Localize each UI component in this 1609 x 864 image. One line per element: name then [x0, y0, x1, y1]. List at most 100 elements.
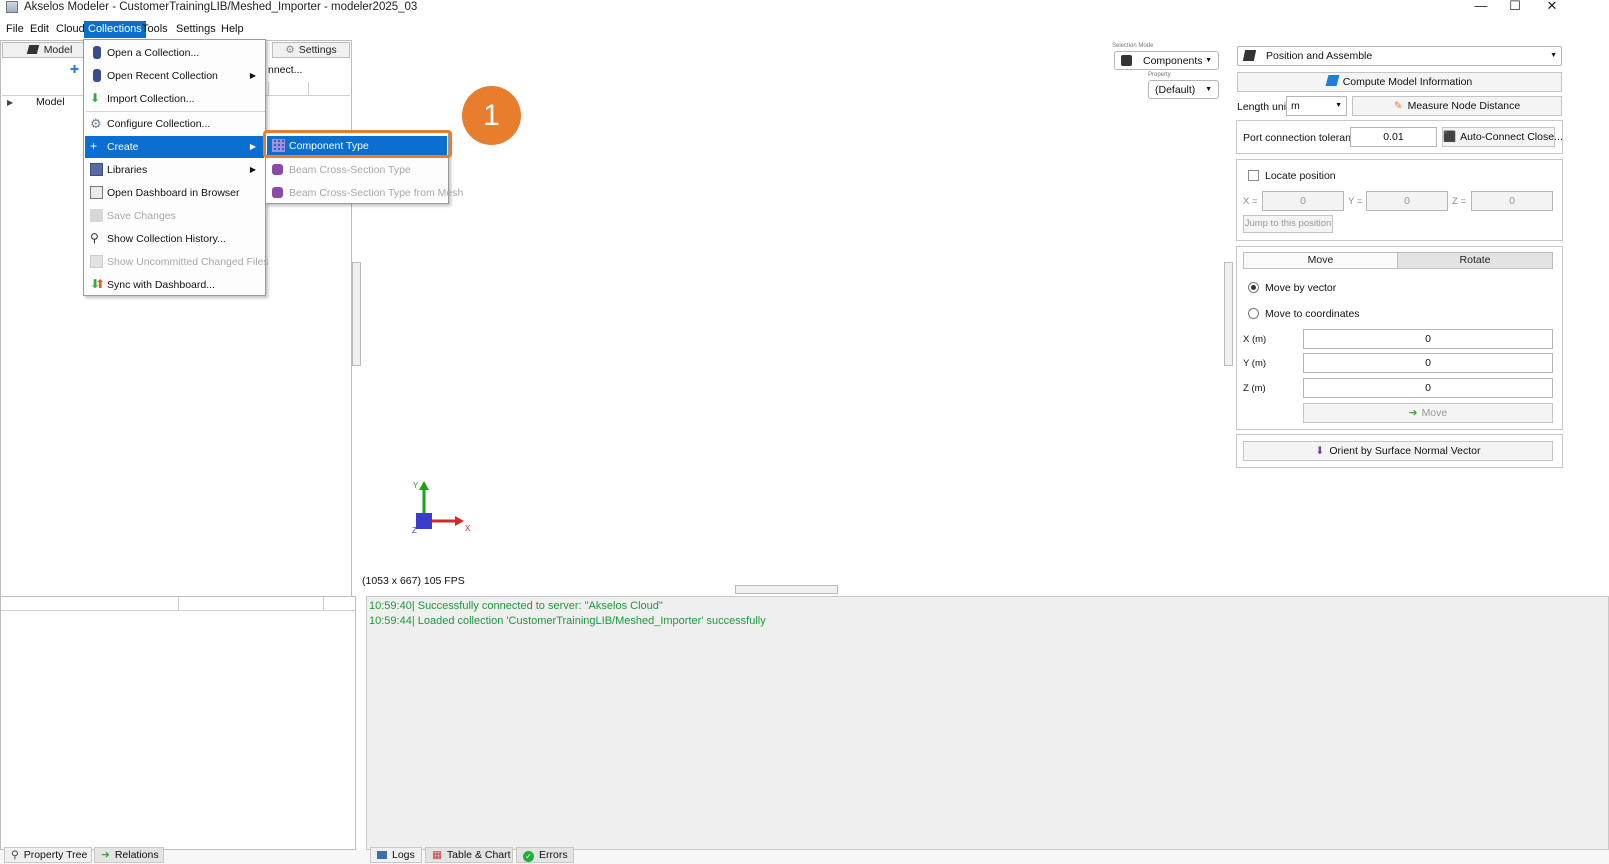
left-splitter-handle[interactable]	[352, 262, 361, 366]
tab-relations[interactable]: ➜ Relations	[94, 847, 164, 863]
menu-show-uncommitted-files[interactable]: Show Uncommitted Changed Files	[85, 251, 269, 273]
menu-edit[interactable]: Edit	[26, 21, 53, 38]
menu-save-changes[interactable]: Save Changes	[85, 205, 264, 227]
property-dropdown[interactable]: (Default) ▼	[1148, 80, 1219, 99]
column-divider	[178, 597, 179, 611]
x-m-input[interactable]: 0	[1303, 329, 1553, 349]
submenu-beam-label: Beam Cross-Section Type	[289, 164, 411, 176]
menu-import-label: Import Collection...	[107, 93, 195, 105]
move-to-coordinates-radio[interactable]	[1248, 308, 1259, 319]
menu-open-recent-label: Open Recent Collection	[107, 70, 218, 82]
relations-arrow-icon: ➜	[101, 849, 110, 861]
locate-z-label: Z =	[1452, 196, 1466, 207]
compute-model-information-button[interactable]: Compute Model Information	[1237, 72, 1562, 92]
file-icon	[90, 255, 103, 268]
menu-open-recent-collection[interactable]: Open Recent Collection ▶	[85, 65, 264, 87]
submenu-beam-cross-section-type[interactable]: Beam Cross-Section Type	[267, 159, 447, 181]
menu-open-dashboard-label: Open Dashboard in Browser	[107, 187, 240, 199]
move-button[interactable]: ➜ Move	[1303, 403, 1553, 423]
menu-sync-dashboard[interactable]: ⬇⬆ Sync with Dashboard...	[85, 274, 264, 296]
menu-history-label: Show Collection History...	[107, 233, 226, 245]
property-label: Property	[1148, 72, 1171, 78]
orient-icon: ⬇	[1315, 445, 1325, 457]
measure-node-distance-button[interactable]: ✎ Measure Node Distance	[1352, 96, 1562, 116]
move-to-coordinates-label: Move to coordinates	[1265, 308, 1360, 320]
maximize-button[interactable]: ☐	[1500, 0, 1530, 14]
bottom-splitter-handle[interactable]	[735, 585, 838, 594]
submenu-beam-cross-section-from-mesh[interactable]: Beam Cross-Section Type from Mesh	[267, 182, 463, 204]
menu-help[interactable]: Help	[217, 21, 248, 38]
y-m-label: Y (m)	[1243, 358, 1267, 369]
tab-logs[interactable]: Logs	[370, 847, 422, 863]
tab-rotate[interactable]: Rotate	[1397, 252, 1553, 269]
expand-arrow-icon[interactable]: ▶	[7, 98, 13, 107]
selection-mode-dropdown[interactable]: Components ▼	[1114, 51, 1219, 70]
connect-button[interactable]: nnect...	[268, 64, 302, 76]
menu-file[interactable]: File	[2, 21, 28, 38]
property-tree-header	[1, 597, 355, 611]
auto-connect-label: Auto-Connect Close...	[1460, 131, 1563, 143]
tab-move[interactable]: Move	[1243, 252, 1398, 269]
tab-table-chart[interactable]: ▦ Table & Chart	[425, 847, 513, 863]
jump-to-position-button[interactable]: Jump to this position	[1243, 215, 1333, 233]
menu-import-collection[interactable]: ⬇ Import Collection...	[85, 88, 264, 110]
measure-button-label: Measure Node Distance	[1407, 100, 1521, 112]
minimize-button[interactable]: —	[1466, 0, 1496, 14]
locate-position-checkbox[interactable]	[1248, 170, 1259, 181]
locate-x-input[interactable]: 0	[1262, 191, 1344, 211]
menu-save-label: Save Changes	[107, 210, 176, 222]
menu-tools[interactable]: Tools	[138, 21, 172, 38]
auto-connect-button[interactable]: ⬛ Auto-Connect Close...	[1442, 127, 1563, 147]
length-unit-dropdown[interactable]: m ▼	[1286, 96, 1347, 116]
tab-property-tree[interactable]: ⚲ Property Tree	[4, 847, 92, 863]
z-m-input[interactable]: 0	[1303, 378, 1553, 398]
window-title: Akselos Modeler - CustomerTrainingLIB/Me…	[24, 1, 418, 13]
tab-errors[interactable]: ✓ Errors	[516, 847, 574, 863]
menu-libraries[interactable]: Libraries ▶	[85, 159, 264, 181]
tab-settings-label: Settings	[298, 44, 337, 56]
menu-configure-label: Configure Collection...	[107, 118, 211, 130]
locate-y-label: Y =	[1348, 196, 1363, 207]
port-tolerance-label: Port connection tolerance	[1243, 132, 1363, 144]
axis-triad: Y X Z	[412, 481, 471, 535]
mode-dropdown[interactable]: Position and Assemble ▼	[1237, 46, 1562, 66]
tree-item-model[interactable]: Model	[36, 96, 65, 108]
search-icon: ⚲	[11, 849, 19, 861]
menu-settings[interactable]: Settings	[172, 21, 220, 38]
right-splitter-handle[interactable]	[1224, 262, 1233, 366]
menu-show-collection-history[interactable]: ⚲ Show Collection History...	[85, 228, 264, 250]
cube-icon	[1242, 50, 1257, 61]
tab-settings[interactable]: ⚙ Settings	[272, 42, 350, 58]
x-axis-arrow	[455, 516, 464, 526]
length-unit-label: Length unit	[1237, 101, 1289, 113]
menu-configure-collection[interactable]: ⚙ Configure Collection...	[85, 113, 264, 135]
cube-icon	[1121, 55, 1132, 66]
menu-open-collection[interactable]: Open a Collection...	[85, 42, 264, 64]
submenu-beam-mesh-label: Beam Cross-Section Type from Mesh	[289, 187, 464, 199]
orient-button-label: Orient by Surface Normal Vector	[1329, 445, 1481, 457]
bottom-tab-bar	[0, 850, 1609, 864]
menu-collections[interactable]: Collections	[84, 21, 146, 38]
tab-model-label: Model	[43, 44, 73, 56]
y-m-input[interactable]: 0	[1303, 353, 1553, 373]
submenu-arrow-icon: ▶	[249, 165, 256, 174]
menu-create[interactable]: + Create ▶	[85, 136, 264, 158]
menu-open-dashboard[interactable]: Open Dashboard in Browser	[85, 182, 264, 204]
close-button[interactable]: ✕	[1537, 0, 1567, 14]
connect-icon: ⬛	[1443, 131, 1457, 143]
port-tolerance-input[interactable]: 0.01	[1350, 127, 1437, 147]
z-m-label: Z (m)	[1243, 383, 1266, 394]
chevron-down-icon: ▼	[1205, 57, 1212, 64]
orient-by-surface-normal-button[interactable]: ⬇ Orient by Surface Normal Vector	[1243, 441, 1553, 461]
locate-y-input[interactable]: 0	[1366, 191, 1448, 211]
z-axis-box	[416, 513, 432, 529]
selection-mode-label: Selection Mode	[1112, 43, 1154, 49]
add-icon[interactable]: ✚	[70, 63, 79, 76]
tab-property-tree-label: Property Tree	[23, 849, 88, 861]
move-by-vector-radio[interactable]	[1248, 282, 1259, 293]
model-info-icon	[1325, 75, 1340, 86]
menu-open-collection-label: Open a Collection...	[107, 47, 200, 59]
menu-separator	[86, 111, 265, 112]
locate-z-input[interactable]: 0	[1471, 191, 1553, 211]
menu-sync-label: Sync with Dashboard...	[107, 279, 215, 291]
